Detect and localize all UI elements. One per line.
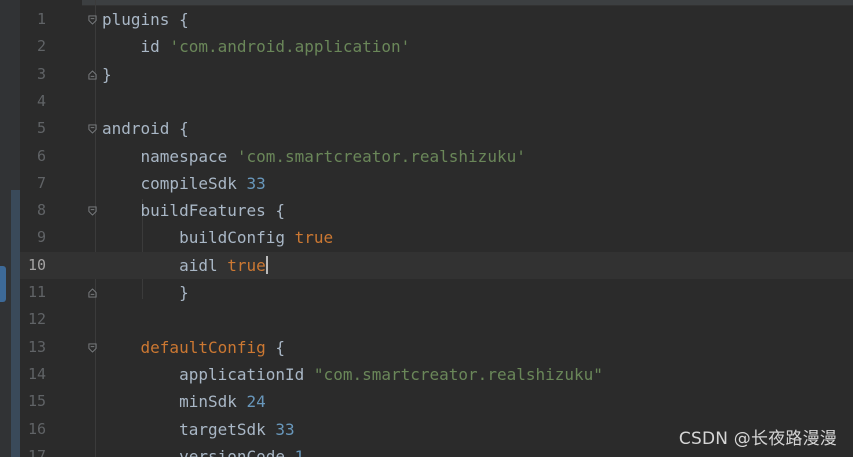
code-token: 24 — [246, 392, 266, 412]
code-token: } — [102, 283, 189, 302]
code-token: { — [265, 337, 286, 357]
code-line[interactable]: 6 namespace 'com.smartcreator.realshizuk… — [20, 143, 853, 170]
code-line[interactable]: 8 buildFeatures { — [20, 197, 853, 224]
code-line[interactable]: 3} — [20, 61, 853, 88]
code-line[interactable]: 12 — [20, 306, 853, 333]
code-token: targetSdk — [102, 419, 276, 439]
code-token: true — [227, 255, 266, 275]
line-number: 2 — [36, 37, 46, 56]
code-line[interactable]: 7 compileSdk 33 — [20, 170, 853, 197]
line-number: 8 — [36, 201, 46, 220]
line-number: 10 — [27, 255, 46, 274]
code-text: android { — [102, 115, 189, 142]
line-number: 6 — [36, 146, 46, 165]
code-token: minSdk — [102, 392, 247, 412]
line-number: 9 — [36, 228, 46, 247]
fold-open-icon[interactable] — [88, 343, 97, 353]
code-text: } — [102, 279, 189, 306]
line-number: 7 — [36, 173, 46, 192]
code-token: versionCode — [102, 446, 295, 457]
code-text: aidl true — [102, 252, 268, 279]
code-token: android — [102, 119, 170, 139]
code-token: } — [102, 64, 112, 84]
line-number: 3 — [36, 64, 46, 83]
code-line[interactable]: 13 defaultConfig { — [20, 334, 853, 361]
line-number: 14 — [27, 364, 46, 383]
line-number: 4 — [36, 91, 46, 110]
code-text: plugins { — [102, 6, 189, 33]
watermark: CSDN @长夜路漫漫 — [678, 429, 837, 449]
fold-close-icon[interactable] — [88, 69, 97, 80]
code-text: applicationId "com.smartcreator.realshiz… — [102, 361, 603, 388]
code-text: versionCode 1 — [102, 443, 304, 457]
code-text: } — [102, 61, 112, 88]
tool-window-strip — [0, 0, 20, 457]
code-token: defaultConfig — [102, 337, 266, 357]
code-line[interactable]: 4 — [20, 88, 853, 115]
code-text: defaultConfig { — [102, 334, 286, 361]
text-caret — [265, 255, 268, 274]
code-token: 1 — [294, 446, 305, 457]
code-token: buildConfig — [102, 228, 295, 248]
line-number: 17 — [27, 446, 46, 457]
code-token: plugins — [102, 10, 170, 29]
active-tool-marker[interactable] — [0, 266, 6, 302]
code-token: true — [294, 228, 334, 248]
code-text: buildConfig true — [102, 224, 333, 251]
code-line[interactable]: 11 } — [20, 279, 853, 306]
code-token: buildFeatures — [102, 201, 266, 221]
code-line[interactable]: 14 applicationId "com.smartcreator.reals… — [20, 361, 853, 388]
current-line[interactable]: 10 aidl true — [20, 251, 853, 279]
code-text: buildFeatures { — [102, 197, 286, 224]
code-token: 33 — [246, 173, 266, 193]
code-text: namespace 'com.smartcreator.realshizuku' — [102, 143, 526, 170]
code-token: 'com.android.application' — [169, 37, 411, 57]
line-number: 1 — [36, 10, 46, 28]
fold-open-icon[interactable] — [88, 206, 97, 216]
code-token: aidl — [102, 255, 228, 275]
line-number: 12 — [27, 310, 46, 329]
fold-open-icon[interactable] — [88, 15, 97, 25]
code-token: compileSdk — [102, 173, 247, 193]
code-token: { — [169, 119, 189, 139]
code-token: 'com.smartcreator.realshizuku' — [236, 146, 526, 166]
code-text: minSdk 24 — [102, 388, 266, 415]
line-number: 11 — [27, 283, 46, 301]
scroll-region-marker — [11, 190, 20, 457]
code-token: { — [169, 10, 189, 29]
line-number: 16 — [27, 419, 46, 438]
code-token: { — [265, 201, 286, 221]
code-token: id — [102, 37, 170, 57]
code-text: compileSdk 33 — [102, 170, 266, 197]
line-number: 15 — [27, 392, 46, 411]
code-line[interactable]: 15 minSdk 24 — [20, 388, 853, 415]
code-text: targetSdk 33 — [102, 416, 295, 443]
code-token: namespace — [102, 146, 237, 166]
code-line[interactable]: 5 android { — [20, 115, 853, 142]
code-line[interactable]: 2 id 'com.android.application' — [20, 33, 853, 60]
code-line[interactable]: 9 buildConfig true — [20, 224, 853, 251]
code-token: 33 — [275, 419, 295, 439]
code-token: "com.smartcreator.realshizuku" — [313, 364, 603, 384]
code-line[interactable]: 1 plugins { — [20, 6, 853, 33]
line-number: 13 — [27, 337, 46, 356]
code-text: id 'com.android.application' — [102, 33, 411, 60]
fold-close-icon[interactable] — [88, 288, 97, 298]
line-number: 5 — [36, 119, 46, 138]
fold-open-icon[interactable] — [88, 124, 97, 134]
code-token: applicationId — [102, 364, 314, 384]
